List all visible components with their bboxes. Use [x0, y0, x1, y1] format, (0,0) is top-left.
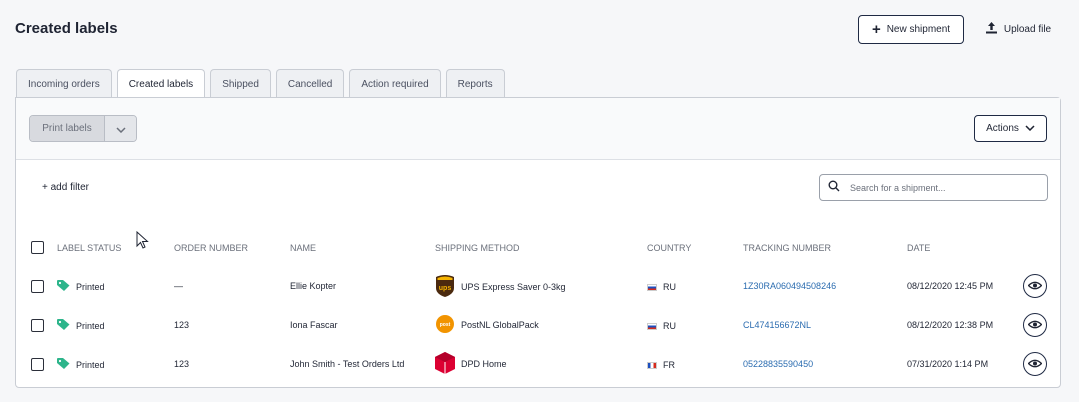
print-options-dropdown[interactable]	[105, 116, 136, 141]
svg-text:ups: ups	[439, 285, 452, 292]
country-code: RU	[663, 282, 676, 292]
chevron-down-icon	[1025, 123, 1035, 134]
tag-icon	[57, 319, 70, 332]
eye-icon	[1027, 355, 1043, 373]
column-header-order-number[interactable]: ORDER NUMBER	[174, 243, 248, 253]
france-flag-icon	[647, 361, 657, 369]
country: FR	[647, 360, 675, 370]
country: RU	[647, 282, 676, 292]
upload-file-label: Upload file	[1003, 24, 1052, 35]
shipping-method: DPD Home	[435, 352, 507, 376]
view-button[interactable]	[1023, 313, 1047, 337]
mouse-cursor-icon	[136, 230, 149, 254]
search-icon	[828, 179, 840, 197]
column-header-shipping-method[interactable]: SHIPPING METHOD	[435, 243, 520, 253]
eye-icon	[1027, 316, 1043, 334]
russia-flag-icon	[647, 322, 657, 330]
tag-icon	[57, 358, 70, 371]
order-number: 123	[174, 320, 190, 330]
date: 08/12/2020 12:45 PM	[907, 281, 994, 291]
postnl-logo-icon: post	[435, 314, 455, 336]
country-code: RU	[663, 321, 676, 331]
plus-icon: +	[871, 21, 881, 38]
column-header-label-status[interactable]: LABEL STATUS	[57, 243, 121, 253]
select-all-checkbox[interactable]	[31, 241, 44, 254]
russia-flag-icon	[647, 283, 657, 291]
labels-panel: Print labels Actions + add filter LABEL …	[15, 97, 1061, 388]
view-button[interactable]	[1023, 352, 1047, 376]
ups-logo-icon: ups	[435, 274, 455, 300]
date: 07/31/2020 1:14 PM	[907, 359, 989, 369]
actions-dropdown-button[interactable]: Actions	[974, 115, 1047, 142]
shipping-method-text: DPD Home	[461, 359, 507, 369]
tab-action-required[interactable]: Action required	[349, 69, 441, 98]
label-status: Printed	[57, 319, 105, 332]
column-header-name[interactable]: NAME	[290, 243, 316, 253]
recipient-name: John Smith - Test Orders Ltd	[290, 359, 405, 369]
eye-icon	[1027, 277, 1043, 295]
toolbar: Print labels Actions	[16, 98, 1060, 160]
tab-reports[interactable]: Reports	[445, 69, 505, 98]
print-labels-button[interactable]: Print labels	[30, 116, 105, 141]
dpd-logo-icon	[435, 352, 455, 376]
column-header-country[interactable]: COUNTRY	[647, 243, 691, 253]
search-input[interactable]	[850, 182, 1030, 193]
svg-text:post: post	[440, 322, 451, 328]
shipping-method: post PostNL GlobalPack	[435, 314, 539, 336]
recipient-name: Ellie Kopter	[290, 281, 337, 291]
tab-bar: Incoming orders Created labels Shipped C…	[16, 69, 505, 99]
order-number: 123	[174, 359, 190, 369]
label-status-text: Printed	[76, 320, 105, 331]
column-header-tracking-number[interactable]: TRACKING NUMBER	[743, 243, 831, 253]
tab-shipped[interactable]: Shipped	[210, 69, 271, 98]
tag-icon	[57, 280, 70, 293]
column-header-date[interactable]: DATE	[907, 243, 930, 253]
tracking-number-link[interactable]: 1Z30RA060494508246	[743, 281, 836, 291]
tab-cancelled[interactable]: Cancelled	[275, 69, 345, 98]
chevron-down-icon	[115, 120, 126, 138]
label-status-text: Printed	[76, 281, 105, 292]
tab-created-labels[interactable]: Created labels	[116, 69, 206, 99]
recipient-name: Iona Fascar	[290, 320, 338, 330]
new-shipment-label: New shipment	[886, 24, 951, 35]
row-checkbox[interactable]	[31, 280, 44, 293]
print-labels-split-button: Print labels	[29, 115, 137, 142]
country-code: FR	[663, 360, 675, 370]
shipping-method-text: UPS Express Saver 0-3kg	[461, 282, 566, 292]
shipping-method-text: PostNL GlobalPack	[461, 320, 539, 330]
search-box	[819, 174, 1048, 201]
add-filter-link[interactable]: + add filter	[42, 182, 89, 193]
actions-label: Actions	[986, 123, 1019, 134]
tab-incoming-orders[interactable]: Incoming orders	[16, 69, 112, 98]
tracking-number-link[interactable]: 05228835590450	[743, 359, 813, 369]
page-title: Created labels	[15, 20, 118, 37]
date: 08/12/2020 12:38 PM	[907, 320, 994, 330]
order-number: —	[174, 281, 183, 291]
new-shipment-button[interactable]: + New shipment	[858, 15, 964, 44]
tracking-number-link[interactable]: CL474156672NL	[743, 320, 811, 330]
view-button[interactable]	[1023, 274, 1047, 298]
country: RU	[647, 321, 676, 331]
row-checkbox[interactable]	[31, 358, 44, 371]
row-checkbox[interactable]	[31, 319, 44, 332]
label-status: Printed	[57, 280, 105, 293]
label-status-text: Printed	[76, 359, 105, 370]
upload-icon	[985, 22, 998, 37]
label-status: Printed	[57, 358, 105, 371]
upload-file-button[interactable]: Upload file	[978, 15, 1058, 44]
shipping-method: ups UPS Express Saver 0-3kg	[435, 274, 566, 300]
